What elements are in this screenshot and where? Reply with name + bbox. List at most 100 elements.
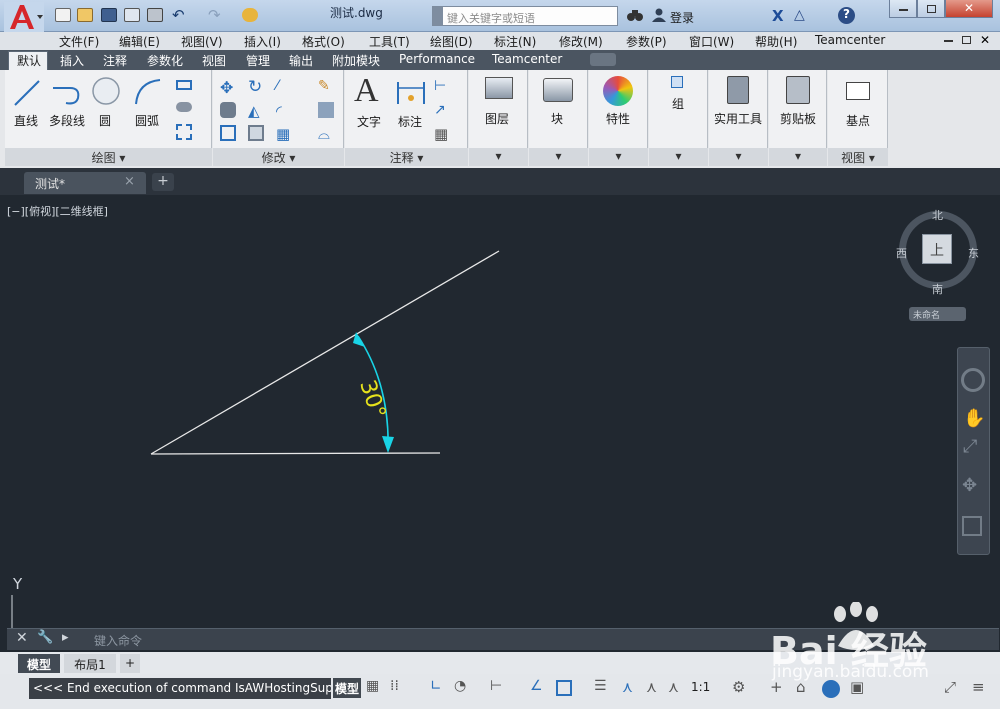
pan-icon[interactable]: ✋ <box>963 408 985 429</box>
binoculars-icon[interactable] <box>627 8 643 22</box>
grid-icon[interactable]: ▦ <box>366 678 382 698</box>
groups-panel-title[interactable]: ▾ <box>649 148 708 166</box>
login-link[interactable]: 登录 <box>670 9 694 26</box>
close-button[interactable]: ✕ <box>945 0 993 18</box>
ortho-icon[interactable]: ∟ <box>430 678 448 698</box>
table-icon[interactable]: ▦ <box>434 125 450 143</box>
offset-icon[interactable]: ⌓ <box>318 125 334 143</box>
polyline-icon[interactable] <box>50 78 84 108</box>
move-icon[interactable]: ✥ <box>220 78 236 97</box>
ribbon-toggle-icon[interactable] <box>590 53 616 66</box>
annotation-scale-value[interactable]: 1:1 <box>691 678 717 698</box>
tab-home[interactable]: 默认 <box>17 52 41 69</box>
search-input[interactable]: 键入关键字或短语 <box>432 6 618 26</box>
modify-panel-title[interactable]: 修改 ▾ <box>213 148 344 166</box>
trim-icon[interactable]: ⁄ <box>276 78 292 94</box>
rotate-icon[interactable]: ↻ <box>248 77 264 97</box>
utilities-panel-title[interactable]: ▾ <box>709 148 768 166</box>
showmotion-icon[interactable] <box>962 516 982 536</box>
restore-button[interactable] <box>917 0 945 18</box>
zoom-extents-icon[interactable]: ⤢ <box>963 436 977 457</box>
menu-insert[interactable]: 插入(I) <box>244 33 281 50</box>
leader-icon[interactable]: ↗ <box>434 102 450 118</box>
object-snap-icon[interactable] <box>556 680 572 696</box>
menu-modify[interactable]: 修改(M) <box>559 33 603 50</box>
add-layout-button[interactable]: + <box>120 654 140 673</box>
new-file-icon[interactable] <box>55 8 71 22</box>
menu-edit[interactable]: 编辑(E) <box>119 33 160 50</box>
command-input[interactable]: 键入命令 <box>94 632 142 649</box>
viewcube-south[interactable]: 南 <box>932 281 943 297</box>
steering-wheel-icon[interactable] <box>961 368 985 392</box>
tab-model[interactable]: 模型 <box>18 654 60 673</box>
document-tab-close-icon[interactable]: × <box>124 174 135 189</box>
menu-draw[interactable]: 绘图(D) <box>430 33 473 50</box>
basepoint-icon[interactable] <box>846 82 870 100</box>
annotation-panel-title[interactable]: 注释 ▾ <box>345 148 468 166</box>
minimize-button[interactable] <box>889 0 917 18</box>
tab-parametric[interactable]: 参数化 <box>147 52 183 69</box>
save-icon[interactable] <box>101 8 117 22</box>
new-tab-button[interactable]: + <box>152 173 174 191</box>
snap-icon[interactable]: ⁞⁞ <box>390 678 406 698</box>
annotation-scale-icon[interactable]: ⋏ <box>668 678 684 698</box>
hatch-icon[interactable] <box>176 102 192 112</box>
annotation-autoscale-icon[interactable]: ⋏ <box>646 678 662 698</box>
plot-icon[interactable] <box>147 8 163 22</box>
tab-teamcenter[interactable]: Teamcenter <box>492 52 562 66</box>
isodraft-icon[interactable]: ⊢ <box>490 678 508 698</box>
tab-addins[interactable]: 附加模块 <box>332 52 380 69</box>
doc-restore-icon[interactable] <box>962 36 971 44</box>
menu-dimension[interactable]: 标注(N) <box>494 33 536 50</box>
customization-icon[interactable]: ≡ <box>972 678 988 698</box>
scale-icon[interactable] <box>248 125 264 141</box>
menu-view[interactable]: 视图(V) <box>181 33 223 50</box>
polar-icon[interactable]: ◔ <box>454 678 472 698</box>
save-as-icon[interactable] <box>124 8 140 22</box>
redo-icon[interactable]: ↷ <box>208 6 221 24</box>
menu-help[interactable]: 帮助(H) <box>755 33 797 50</box>
object-snap-tracking-icon[interactable]: ∠ <box>530 678 548 698</box>
copy-icon[interactable] <box>220 102 236 118</box>
circle-icon[interactable] <box>91 76 121 106</box>
tab-annotate[interactable]: 注释 <box>103 52 127 69</box>
cmd-close-icon[interactable]: ✕ <box>16 630 28 646</box>
cmd-customize-icon[interactable]: 🔧 <box>37 630 53 645</box>
help-icon[interactable]: ? <box>838 7 855 24</box>
tab-output[interactable]: 输出 <box>289 52 313 69</box>
tab-layout1[interactable]: 布局1 <box>64 654 116 673</box>
tab-insert[interactable]: 插入 <box>60 52 84 69</box>
a360-icon[interactable]: △ <box>794 7 805 23</box>
ucs-menu[interactable]: 未命名 <box>909 307 966 321</box>
model-space-button[interactable]: 模型 <box>333 678 361 698</box>
open-file-icon[interactable] <box>77 8 93 22</box>
fullscreen-icon[interactable]: ⤢ <box>944 678 960 698</box>
boundary-icon[interactable] <box>176 124 192 140</box>
menu-file[interactable]: 文件(F) <box>59 33 99 50</box>
menu-format[interactable]: 格式(O) <box>302 33 345 50</box>
array-icon[interactable]: ▦ <box>276 125 292 143</box>
layers-panel-title[interactable]: ▾ <box>469 148 528 166</box>
erase-icon[interactable]: ✎ <box>318 78 334 94</box>
isolate-objects-icon[interactable] <box>822 680 840 698</box>
menu-teamcenter[interactable]: Teamcenter <box>815 33 885 47</box>
line-icon[interactable] <box>12 78 42 108</box>
tab-performance[interactable]: Performance <box>399 52 475 66</box>
mirror-icon[interactable]: ◭ <box>248 102 264 120</box>
lineweight-icon[interactable]: ☰ <box>594 678 610 698</box>
view-panel-title[interactable]: 视图 ▾ <box>828 148 888 166</box>
viewcube-east[interactable]: 东 <box>968 245 979 261</box>
menu-parametric[interactable]: 参数(P) <box>626 33 667 50</box>
doc-minimize-icon[interactable] <box>944 40 953 42</box>
annotation-visibility-icon[interactable]: ⋏ <box>622 678 638 698</box>
orbit-icon[interactable]: ✥ <box>962 475 977 496</box>
tab-manage[interactable]: 管理 <box>246 52 270 69</box>
text-icon[interactable]: A <box>354 72 379 110</box>
properties-panel-title[interactable]: ▾ <box>589 148 648 166</box>
explode-icon[interactable] <box>318 102 334 118</box>
workspace-settings-icon[interactable]: ⚙ <box>732 678 748 698</box>
rectangle-icon[interactable] <box>176 80 192 90</box>
undo-icon[interactable]: ↶ <box>172 6 185 24</box>
menu-tools[interactable]: 工具(T) <box>369 33 410 50</box>
dimension-icon[interactable] <box>395 78 427 106</box>
